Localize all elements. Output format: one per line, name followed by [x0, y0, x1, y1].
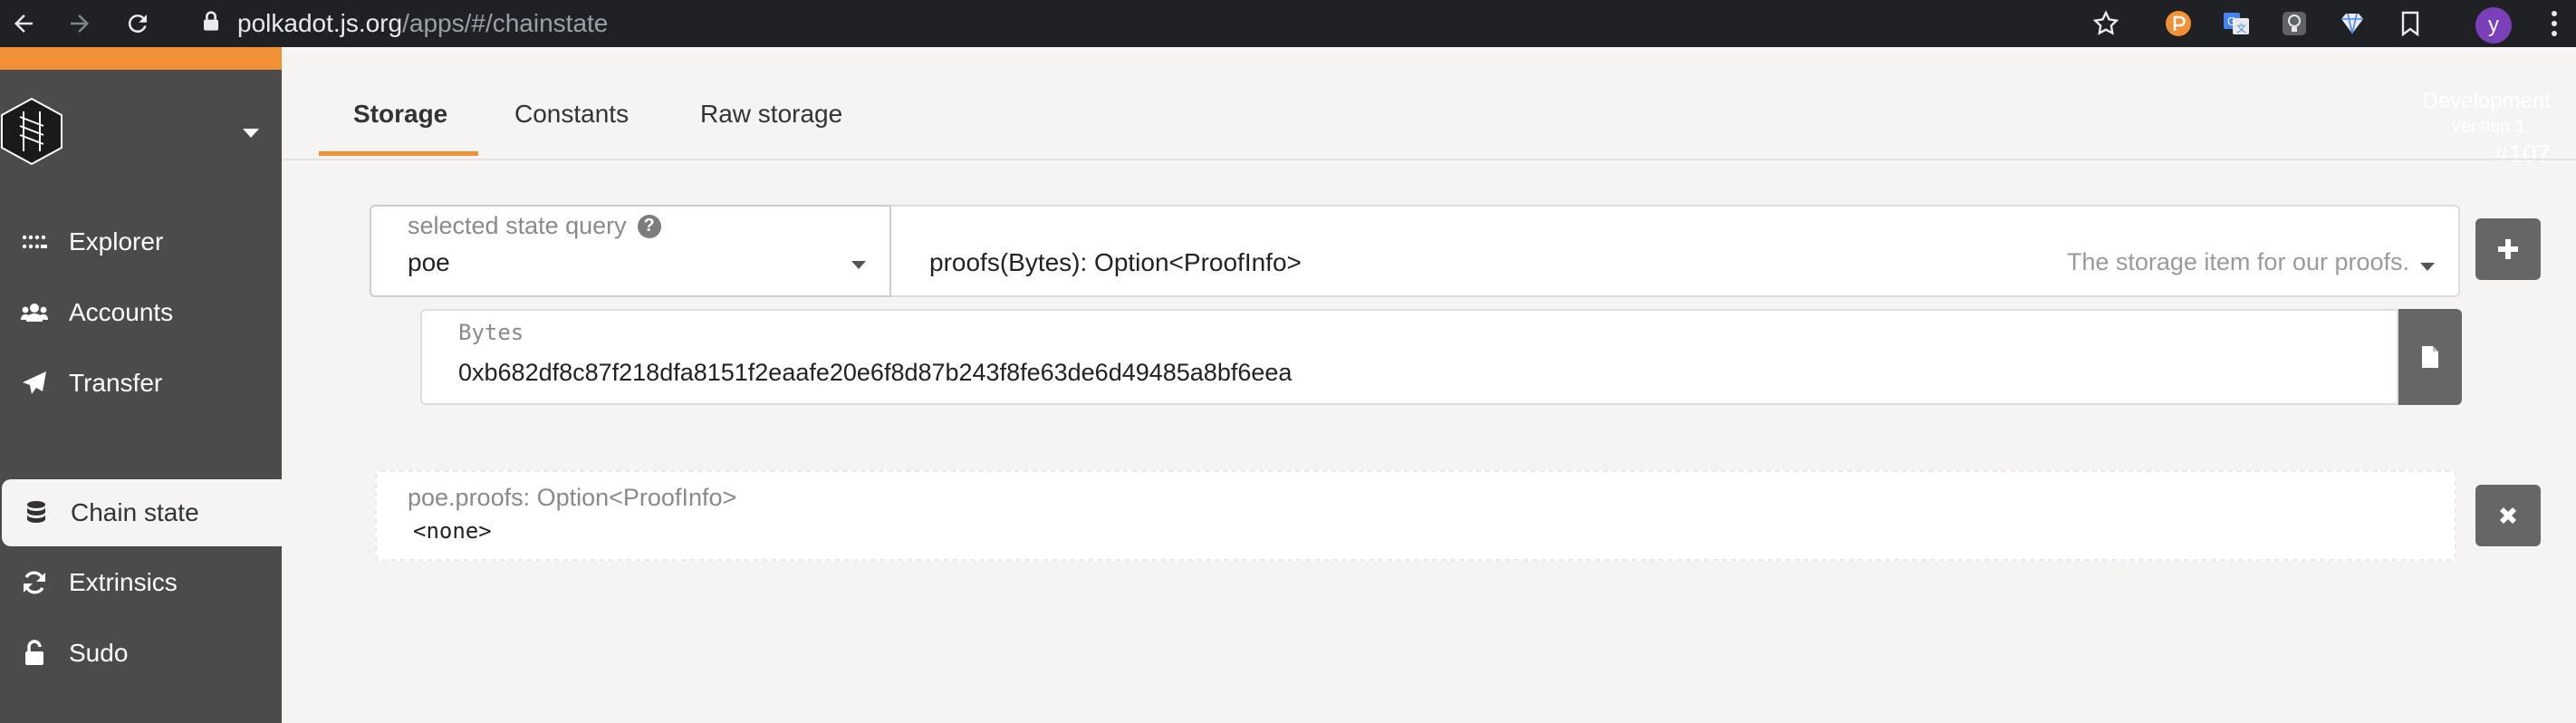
sidebar-item-label: Accounts [69, 298, 174, 326]
param-value[interactable]: 0xb682df8c87f218dfa8151f2eaafe20e6f8d87b… [458, 359, 1292, 387]
param-label: Bytes [458, 320, 524, 345]
chevron-down-icon[interactable] [2420, 263, 2435, 271]
bytes-input[interactable] [420, 309, 2398, 405]
forward-button[interactable] [62, 0, 98, 47]
tab-raw-storage[interactable]: Raw storage [700, 70, 842, 159]
reload-icon [128, 14, 147, 34]
result-label: poe.proofs: Option<ProofInfo> [408, 484, 737, 511]
explorer-icon [18, 226, 51, 258]
sidebar-item-label: Explorer [69, 227, 164, 255]
sidebar-item-chain-state[interactable]: Chain state [2, 479, 282, 546]
polkadot-extension-icon [2166, 11, 2191, 36]
bookmark-extension-button[interactable] [2395, 8, 2426, 39]
add-query-button[interactable] [2475, 218, 2541, 280]
sidebar-item-label: Extrinsics [69, 568, 178, 596]
google-translate-icon: G文 [2224, 13, 2249, 34]
arrow-left-icon [14, 14, 33, 33]
sidebar-item-sudo[interactable]: Sudo [0, 620, 282, 687]
plus-icon [2498, 239, 2518, 259]
sidebar-accent-bar [0, 47, 282, 70]
sidebar-item-extrinsics[interactable]: Extrinsics [0, 549, 282, 616]
diamond-extension-icon [2341, 13, 2363, 34]
file-upload-button[interactable] [2398, 309, 2462, 405]
tab-storage[interactable]: Storage [353, 70, 447, 159]
query-label-group: selected state query ? [408, 212, 661, 240]
sidebar-item-transfer[interactable]: Transfer [0, 350, 282, 417]
chevron-down-icon[interactable] [851, 261, 866, 269]
bookmark-extension-icon [2401, 11, 2419, 37]
result-value: <none> [413, 518, 492, 544]
url-path: /apps/#/chainstate [402, 9, 609, 37]
sidebar-item-label: Sudo [69, 639, 129, 667]
users-icon [18, 296, 51, 329]
tab-constants[interactable]: Constants [514, 70, 629, 159]
tab-bar: Storage Constants Raw storage [282, 70, 2576, 160]
browser-menu-icon[interactable] [2542, 7, 2567, 40]
active-tab-indicator [319, 151, 478, 156]
diamond-extension-button[interactable] [2337, 8, 2368, 39]
sidebar-item-accounts[interactable]: Accounts [0, 279, 282, 346]
remove-query-button[interactable] [2475, 485, 2541, 546]
lightbulb-extension-icon [2283, 12, 2306, 35]
polkadot-extension-button[interactable] [2163, 8, 2194, 39]
database-icon [20, 496, 53, 529]
sidebar-item-label: Transfer [69, 369, 163, 397]
url-host: polkadot.js.org [237, 9, 403, 37]
paper-plane-icon [18, 367, 51, 400]
sidebar-item-explorer[interactable]: Explorer [0, 208, 282, 275]
polkadot-logo-icon[interactable] [0, 97, 63, 166]
google-translate-button[interactable]: G文 [2221, 8, 2252, 39]
query-label: selected state query [408, 212, 627, 239]
browser-toolbar: polkadot.js.org/apps/#/chainstate G文 y [0, 0, 2576, 47]
sidebar-item-label: Chain state [71, 498, 199, 526]
selected-method: proofs(Bytes): Option<ProofInfo> [929, 248, 1302, 276]
svg-text:G: G [2227, 15, 2235, 28]
lock-icon [201, 9, 221, 38]
unlock-icon [18, 637, 51, 670]
sync-icon [18, 566, 51, 599]
selected-module: poe [408, 248, 450, 276]
help-icon[interactable]: ? [637, 214, 661, 238]
file-icon [2422, 346, 2438, 368]
method-description: The storage item for our proofs. [2066, 248, 2409, 275]
reload-button[interactable] [120, 0, 156, 47]
close-icon [2500, 507, 2516, 524]
bookmark-star-button[interactable] [2091, 8, 2121, 39]
address-bar[interactable]: polkadot.js.org/apps/#/chainstate [201, 0, 608, 47]
chevron-down-icon[interactable] [243, 129, 259, 138]
star-icon [2092, 10, 2119, 35]
arrow-right-icon [71, 14, 89, 33]
back-button[interactable] [5, 0, 42, 47]
profile-avatar[interactable]: y [2475, 7, 2512, 43]
svg-text:文: 文 [2236, 22, 2246, 34]
lightbulb-extension-button[interactable] [2279, 8, 2310, 39]
